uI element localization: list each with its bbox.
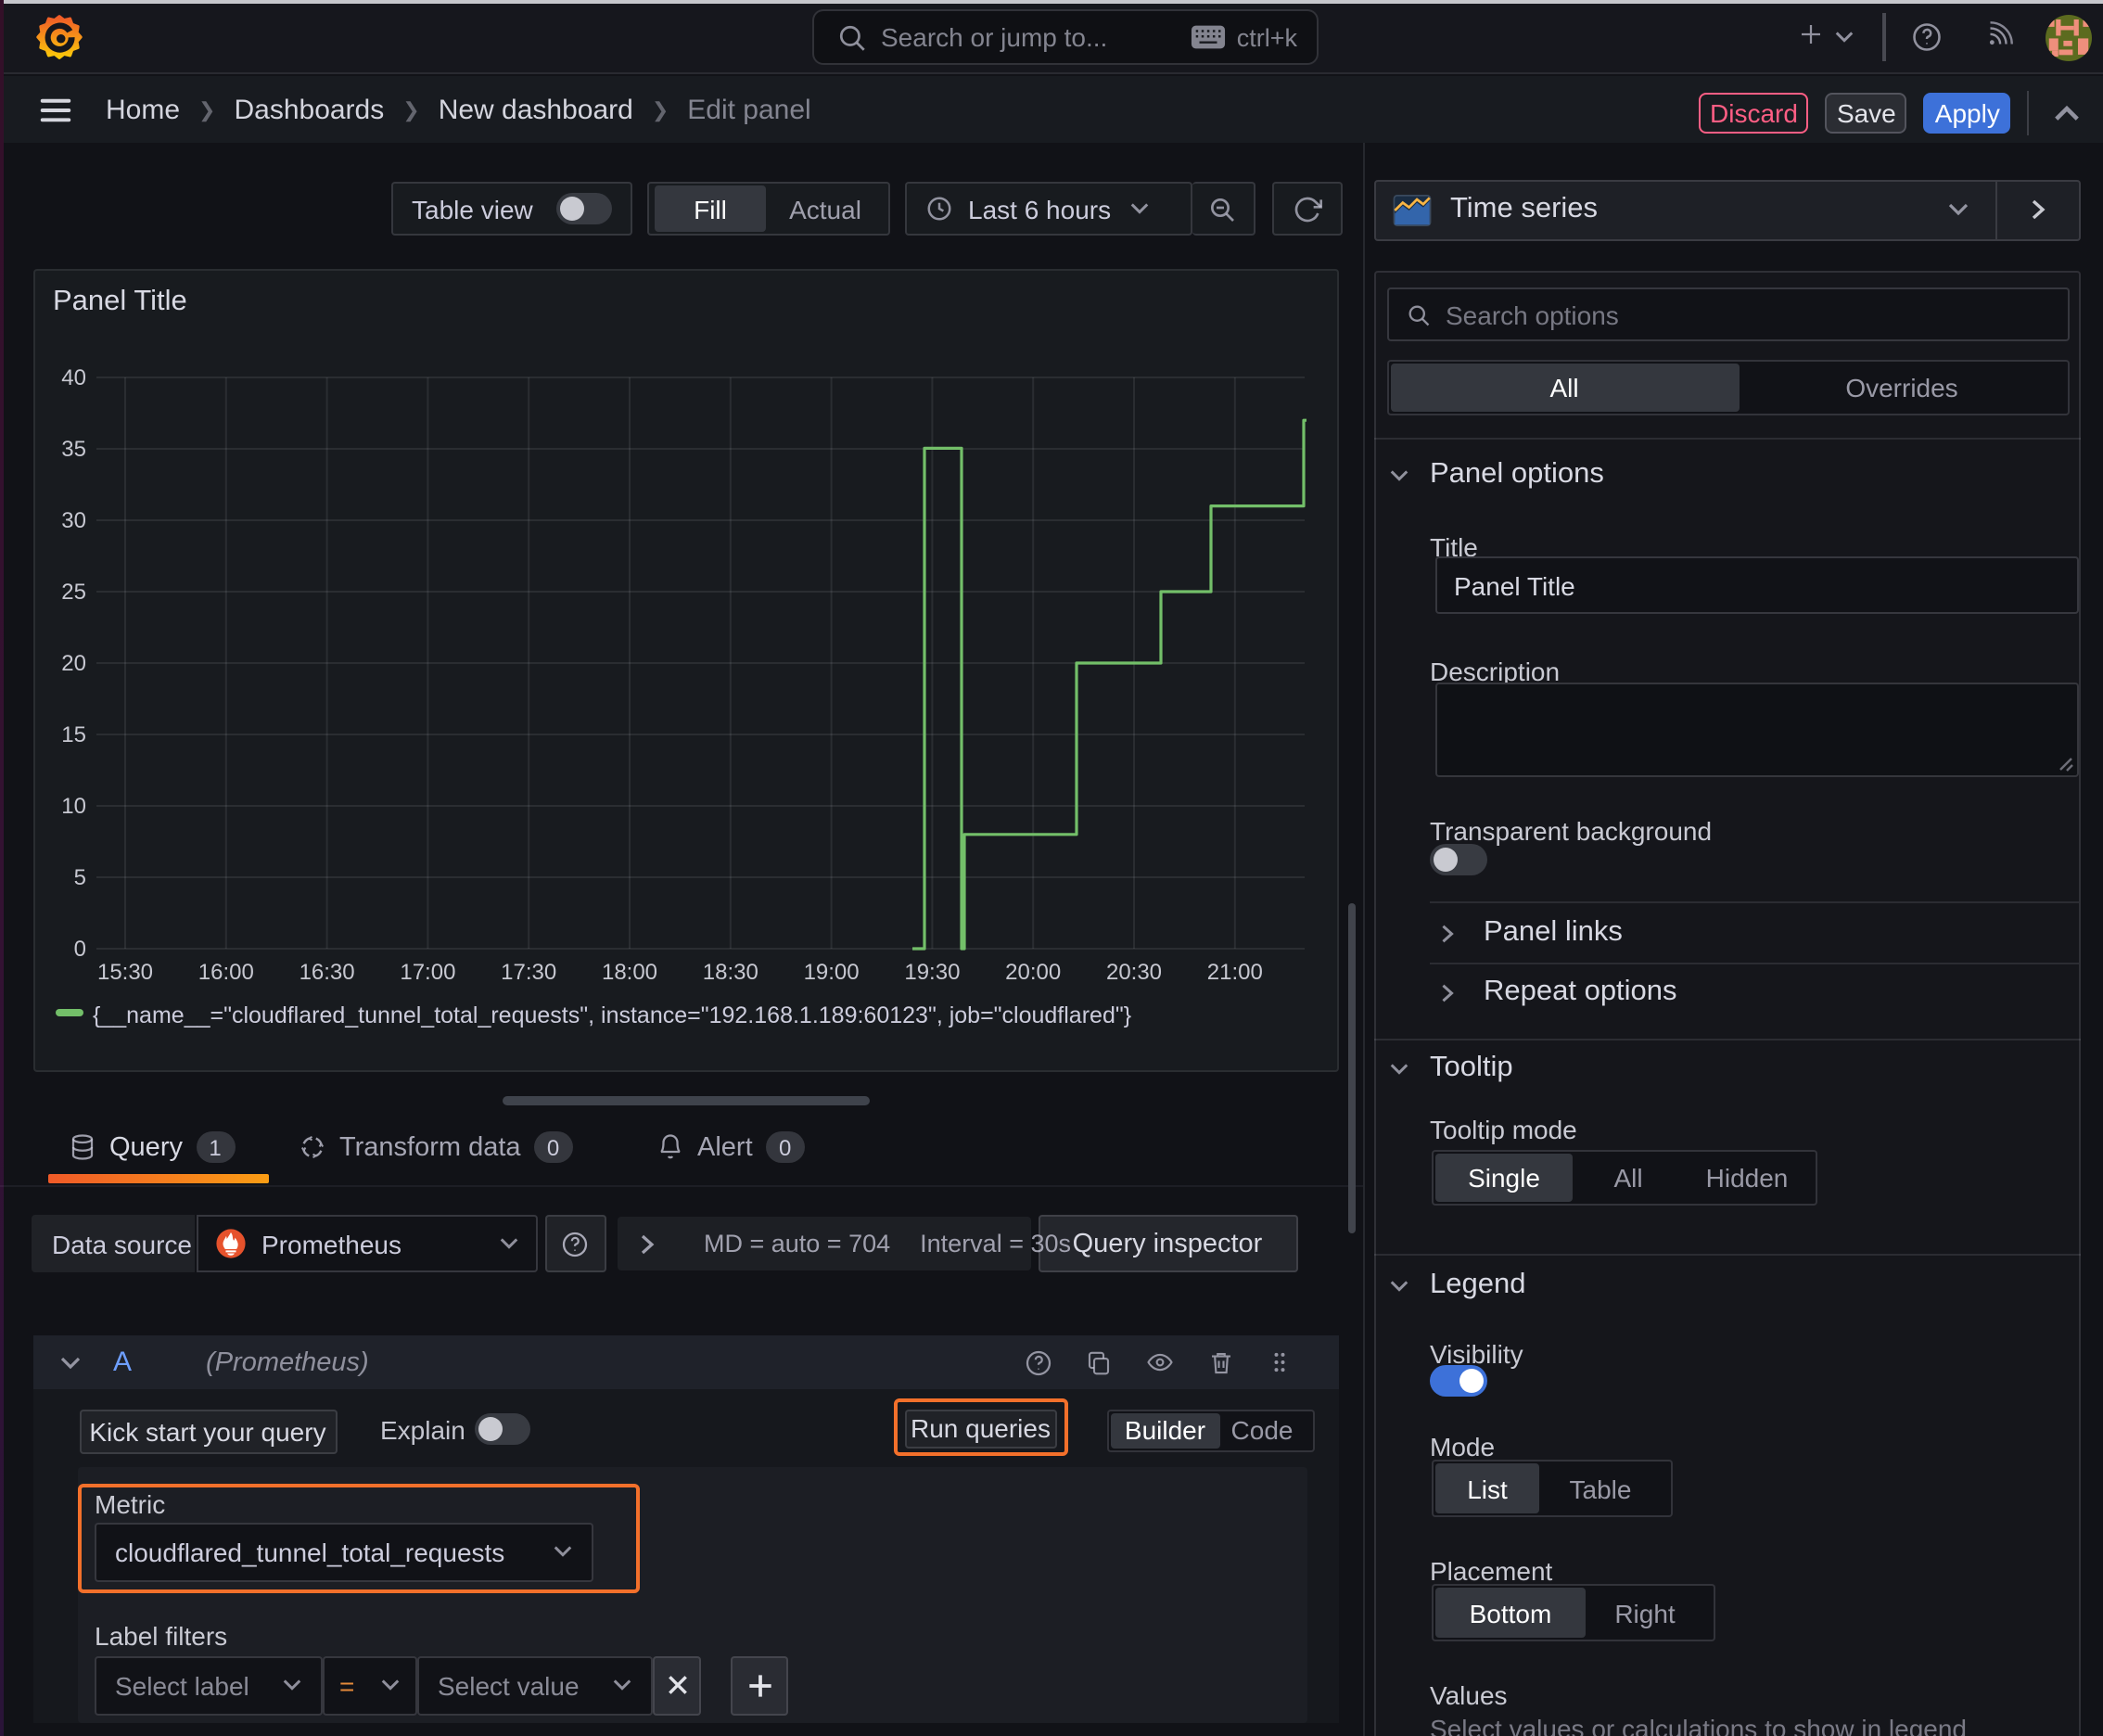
svg-text:19:30: 19:30 bbox=[904, 959, 960, 984]
svg-text:35: 35 bbox=[61, 436, 86, 461]
svg-text:17:00: 17:00 bbox=[400, 959, 455, 984]
svg-text:17:30: 17:30 bbox=[501, 959, 556, 984]
svg-text:5: 5 bbox=[74, 864, 86, 889]
svg-text:20: 20 bbox=[61, 650, 86, 675]
svg-text:16:00: 16:00 bbox=[198, 959, 254, 984]
svg-text:18:00: 18:00 bbox=[602, 959, 657, 984]
svg-text:0: 0 bbox=[74, 936, 86, 961]
svg-text:{__name__="cloudflared_tunnel_: {__name__="cloudflared_tunnel_total_requ… bbox=[93, 1002, 1131, 1028]
svg-text:20:00: 20:00 bbox=[1005, 959, 1061, 984]
svg-text:20:30: 20:30 bbox=[1106, 959, 1162, 984]
svg-text:40: 40 bbox=[61, 364, 86, 389]
svg-text:25: 25 bbox=[61, 579, 86, 604]
svg-text:16:30: 16:30 bbox=[300, 959, 355, 984]
svg-text:10: 10 bbox=[61, 793, 86, 818]
svg-text:30: 30 bbox=[61, 507, 86, 532]
svg-text:18:30: 18:30 bbox=[703, 959, 758, 984]
svg-text:19:00: 19:00 bbox=[804, 959, 860, 984]
svg-text:21:00: 21:00 bbox=[1207, 959, 1263, 984]
svg-text:15: 15 bbox=[61, 721, 86, 747]
svg-text:15:30: 15:30 bbox=[97, 959, 153, 984]
